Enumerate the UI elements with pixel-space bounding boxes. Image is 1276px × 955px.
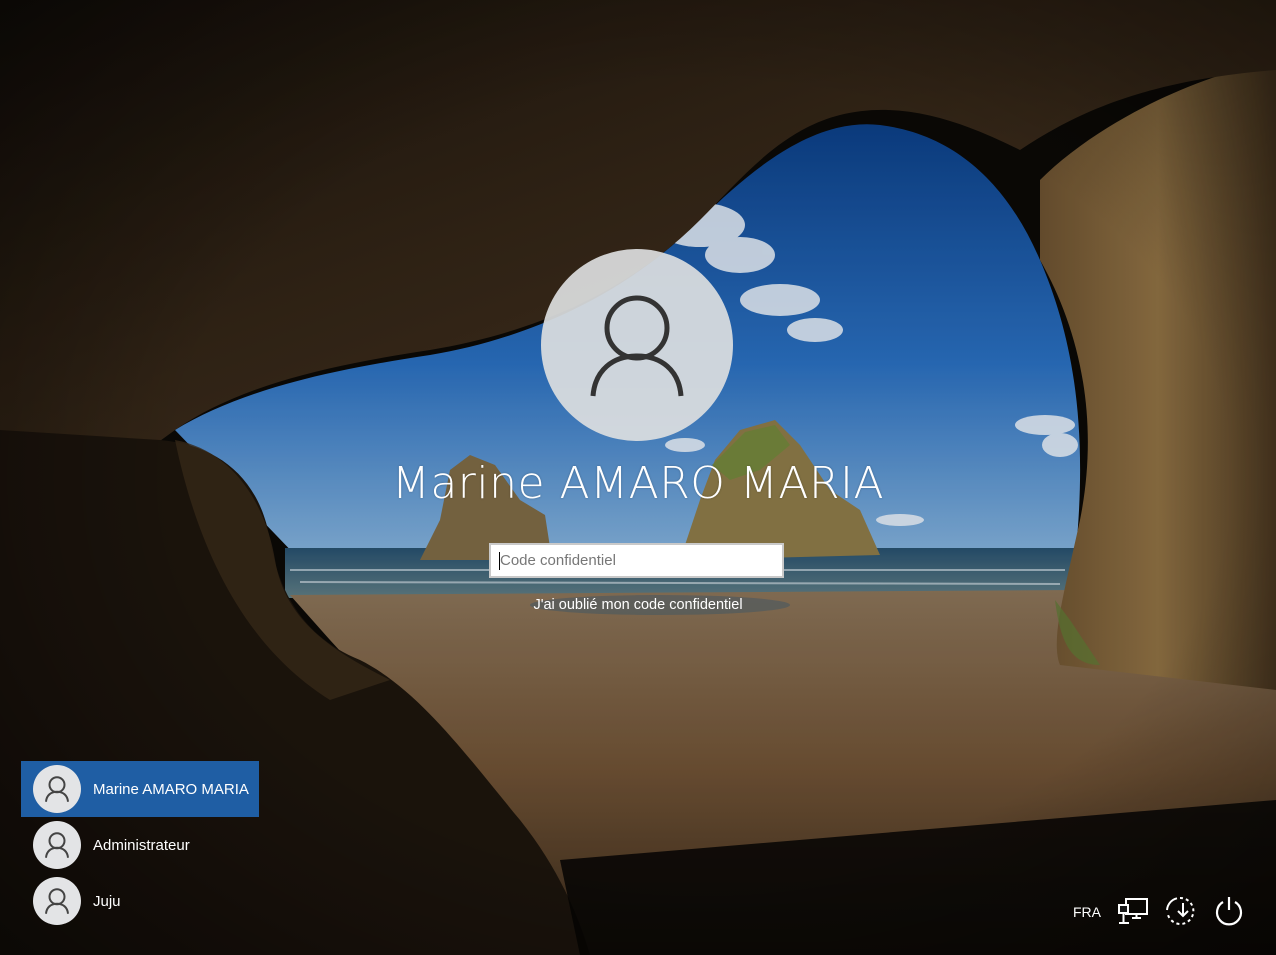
- user-icon: [45, 832, 69, 858]
- power-icon[interactable]: [1212, 894, 1246, 928]
- user-icon: [590, 295, 684, 397]
- selected-user-name: Marine AMARO MARIA: [391, 458, 885, 509]
- user-icon: [45, 888, 69, 914]
- ease-of-access-icon[interactable]: [1163, 894, 1197, 928]
- user-item-marine-amaro-maria[interactable]: Marine AMARO MARIA: [21, 761, 259, 817]
- user-item-label: Juju: [93, 892, 121, 910]
- user-item-label: Administrateur: [93, 836, 190, 854]
- pin-input[interactable]: [489, 543, 784, 578]
- network-icon[interactable]: [1116, 894, 1150, 928]
- user-avatar-large: [541, 249, 733, 441]
- lock-screen: Marine AMARO MARIA J'ai oublié mon code …: [0, 0, 1276, 955]
- user-avatar: [33, 765, 81, 813]
- input-language-indicator[interactable]: FRA: [1073, 904, 1101, 920]
- user-item-juju[interactable]: Juju: [21, 873, 259, 929]
- text-caret: [499, 552, 500, 570]
- user-item-administrateur[interactable]: Administrateur: [21, 817, 259, 873]
- user-icon: [45, 776, 69, 802]
- user-avatar: [33, 877, 81, 925]
- user-switch-list: Marine AMARO MARIA Administrateur Juju: [21, 761, 259, 929]
- power-icon-glyph: [1215, 897, 1243, 926]
- forgot-pin-link[interactable]: J'ai oublié mon code confidentiel: [0, 597, 1276, 613]
- network-icon-glyph: [1118, 898, 1148, 924]
- user-item-label: Marine AMARO MARIA: [93, 780, 249, 798]
- user-avatar: [33, 821, 81, 869]
- ease-of-access-icon-glyph: [1166, 896, 1195, 925]
